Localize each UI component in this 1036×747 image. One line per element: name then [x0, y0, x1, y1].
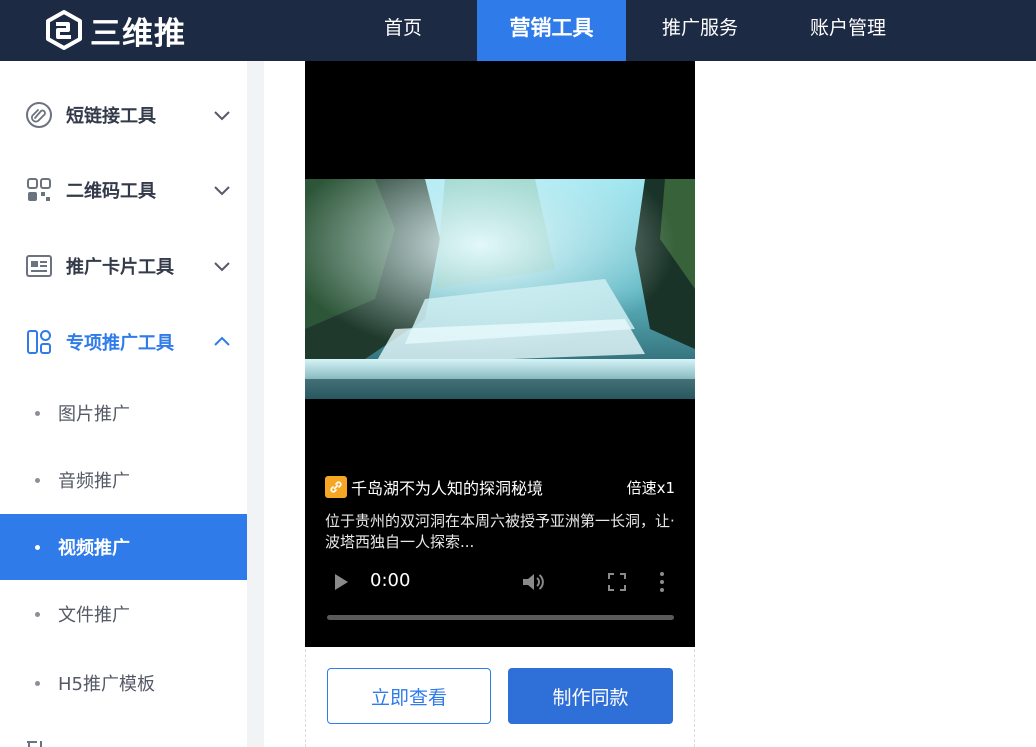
more-options-icon[interactable]	[658, 571, 666, 593]
sidebar-item-file-promo[interactable]: 文件推广	[0, 581, 247, 647]
logo-cube-icon	[46, 10, 82, 50]
sidebar-item-label: 图片推广	[58, 404, 130, 425]
sidebar-group-label: 推广卡片工具	[66, 257, 174, 278]
nav-promotion-services[interactable]: 推广服务	[646, 0, 754, 61]
sidebar-item-label: 音频推广	[58, 471, 130, 492]
paperclip-icon	[26, 102, 52, 128]
nav-account-management[interactable]: 账户管理	[796, 0, 900, 61]
nav-marketing-tools[interactable]: 营销工具	[477, 0, 626, 61]
bullet-dot	[35, 410, 40, 416]
sidebar-group-qrcode[interactable]: 二维码工具	[0, 162, 247, 218]
nav-home[interactable]: 首页	[352, 0, 454, 61]
sidebar-group-special-promo[interactable]: 专项推广工具	[0, 314, 247, 370]
widgets-icon	[27, 330, 51, 354]
video-title: 千岛湖不为人知的探洞秘境	[351, 479, 544, 498]
video-thumbnail-waterfall	[305, 179, 695, 399]
sidebar-group-label: 二维码工具	[66, 181, 156, 202]
sidebar: 短链接工具 二维码工具 推广卡片工具 专项推广工具 图片推广 音频推广 视频推广…	[0, 61, 247, 747]
top-navbar: 三维推 首页 营销工具 推广服务 账户管理	[0, 0, 1036, 61]
bullet-dot	[35, 611, 40, 617]
view-now-button[interactable]: 立即查看	[327, 668, 491, 724]
sidebar-item-image-promo[interactable]: 图片推广	[0, 380, 247, 446]
sidebar-gutter	[247, 61, 264, 747]
play-icon[interactable]	[333, 573, 349, 591]
video-progress-bar[interactable]	[327, 615, 674, 620]
sidebar-item-audio-promo[interactable]: 音频推广	[0, 447, 247, 513]
video-description: 位于贵州的双河洞在本周六被授予亚洲第一长洞，让·波塔西独自一人探索...	[325, 512, 675, 551]
chevron-up-icon[interactable]	[211, 331, 233, 353]
sidebar-item-video-promo[interactable]: 视频推广	[0, 514, 247, 580]
sidebar-item-label: 文件推广	[58, 605, 130, 626]
logo-text: 三维推	[90, 15, 186, 52]
card-icon	[26, 255, 52, 277]
bullet-dot	[35, 680, 40, 686]
video-controls: 0:00	[325, 569, 675, 595]
sidebar-group-promo-card[interactable]: 推广卡片工具	[0, 238, 247, 294]
bullet-dot	[35, 477, 40, 483]
chevron-down-icon[interactable]	[211, 255, 233, 277]
sidebar-item-h5-template[interactable]: H5推广模板	[0, 650, 247, 716]
sidebar-group-label: 专项推广工具	[66, 333, 174, 354]
playback-speed[interactable]: 倍速x1	[627, 477, 675, 498]
sidebar-group-short-link[interactable]: 短链接工具	[0, 87, 247, 143]
logo[interactable]: 三维推	[44, 8, 186, 52]
sidebar-item-label: 视频推广	[58, 538, 130, 559]
chevron-down-icon[interactable]	[211, 104, 233, 126]
time-display: 0:00	[370, 570, 411, 591]
video-title-row: 千岛湖不为人知的探洞秘境 倍速x1	[325, 475, 675, 499]
fullscreen-icon[interactable]	[608, 573, 626, 591]
sidebar-group-label: 短链接工具	[66, 106, 156, 127]
link-badge-icon	[325, 476, 347, 498]
qrcode-icon	[27, 178, 51, 201]
make-same-button[interactable]: 制作同款	[508, 668, 673, 724]
next-group-icon	[27, 741, 42, 747]
video-player[interactable]: 千岛湖不为人知的探洞秘境 倍速x1 位于贵州的双河洞在本周六被授予亚洲第一长洞，…	[305, 61, 695, 647]
sidebar-item-label: H5推广模板	[58, 674, 155, 695]
chevron-down-icon[interactable]	[211, 179, 233, 201]
bullet-dot	[35, 544, 40, 550]
volume-icon[interactable]	[521, 571, 545, 593]
